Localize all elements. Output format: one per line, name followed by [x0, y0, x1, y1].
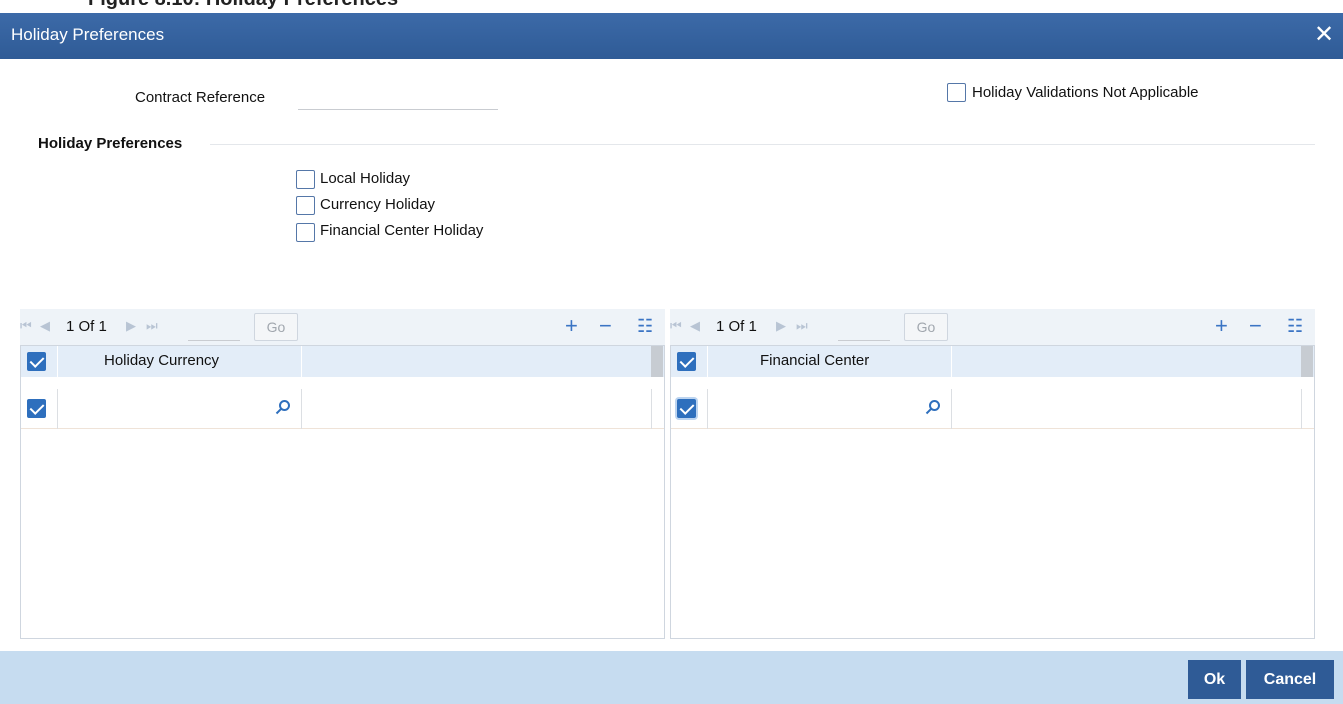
go-button[interactable]: Go — [904, 313, 948, 341]
column-divider — [57, 346, 58, 377]
row-divider — [951, 389, 952, 429]
grid-body: Financial Center — [670, 345, 1315, 639]
prev-page-icon[interactable]: ◀ — [690, 318, 700, 334]
row-divider — [651, 389, 652, 429]
column-header-holiday-currency: Holiday Currency — [104, 352, 220, 369]
financial-center-holiday-checkbox[interactable] — [296, 223, 315, 242]
remove-row-icon[interactable]: − — [599, 313, 612, 339]
figure-caption: Figure 8.10: Holiday Preferences — [0, 0, 1343, 14]
close-icon[interactable]: ✕ — [1311, 21, 1337, 49]
table-row — [671, 389, 1314, 429]
contract-reference-label: Contract Reference — [135, 89, 266, 106]
holiday-validations-label: Holiday Validations Not Applicable — [972, 84, 1199, 101]
currency-holiday-checkbox[interactable] — [296, 196, 315, 215]
first-page-icon[interactable]: ⏮ — [670, 318, 682, 334]
local-holiday-label: Local Holiday — [320, 170, 411, 187]
select-all-checkbox[interactable] — [27, 352, 46, 371]
holiday-preferences-section-title: Holiday Preferences — [38, 135, 183, 152]
add-row-icon[interactable]: + — [1215, 313, 1228, 339]
grid-header-row: Holiday Currency — [21, 346, 664, 377]
row-checkbox[interactable] — [27, 399, 46, 418]
dialog-titlebar: Holiday Preferences ✕ — [0, 13, 1343, 59]
holiday-currency-grid: ⏮ ◀ 1 Of 1 ▶ ⏭ Go + − ☷ Holiday Currency — [20, 309, 665, 639]
search-icon[interactable] — [275, 399, 291, 415]
financial-center-grid: ⏮ ◀ 1 Of 1 ▶ ⏭ Go + − ☷ Financial Center — [670, 309, 1315, 639]
page-indicator: 1 Of 1 — [716, 318, 757, 335]
holiday-preferences-dialog: Figure 8.10: Holiday Preferences Holiday… — [0, 0, 1343, 704]
row-divider — [301, 389, 302, 429]
column-divider — [301, 346, 302, 377]
ok-button[interactable]: Ok — [1188, 660, 1241, 699]
columns-icon[interactable]: ☷ — [637, 313, 653, 339]
row-divider — [1301, 389, 1302, 429]
holiday-validations-checkbox[interactable] — [947, 83, 966, 102]
column-divider — [951, 346, 952, 377]
row-divider — [707, 389, 708, 429]
next-page-icon[interactable]: ▶ — [126, 318, 136, 334]
last-page-icon[interactable]: ⏭ — [146, 318, 158, 334]
go-button[interactable]: Go — [254, 313, 298, 341]
page-indicator: 1 Of 1 — [66, 318, 107, 335]
first-page-icon[interactable]: ⏮ — [20, 318, 32, 334]
cancel-button[interactable]: Cancel — [1246, 660, 1334, 699]
figure-caption-text: Figure 8.10: Holiday Preferences — [88, 0, 398, 11]
grid-scrollbar[interactable] — [651, 346, 663, 377]
grid-scrollbar[interactable] — [1301, 346, 1313, 377]
column-header-financial-center: Financial Center — [760, 352, 870, 369]
last-page-icon[interactable]: ⏭ — [796, 318, 808, 334]
next-page-icon[interactable]: ▶ — [776, 318, 786, 334]
currency-holiday-label: Currency Holiday — [320, 196, 436, 213]
grid-toolbar: ⏮ ◀ 1 Of 1 ▶ ⏭ Go + − ☷ — [670, 309, 1315, 345]
columns-icon[interactable]: ☷ — [1287, 313, 1303, 339]
prev-page-icon[interactable]: ◀ — [40, 318, 50, 334]
add-row-icon[interactable]: + — [565, 313, 578, 339]
table-row — [21, 389, 664, 429]
financial-center-holiday-label: Financial Center Holiday — [320, 222, 484, 239]
grid-header-row: Financial Center — [671, 346, 1314, 377]
section-divider — [210, 144, 1315, 145]
grid-body: Holiday Currency — [20, 345, 665, 639]
page-number-input[interactable] — [188, 315, 240, 341]
row-checkbox[interactable] — [677, 399, 696, 418]
dialog-title: Holiday Preferences — [11, 25, 165, 44]
column-divider — [707, 346, 708, 377]
row-divider — [57, 389, 58, 429]
local-holiday-checkbox[interactable] — [296, 170, 315, 189]
remove-row-icon[interactable]: − — [1249, 313, 1262, 339]
dialog-footer: Ok Cancel — [0, 651, 1343, 704]
search-icon[interactable] — [925, 399, 941, 415]
select-all-checkbox[interactable] — [677, 352, 696, 371]
contract-reference-input[interactable] — [298, 83, 498, 110]
page-number-input[interactable] — [838, 315, 890, 341]
grid-toolbar: ⏮ ◀ 1 Of 1 ▶ ⏭ Go + − ☷ — [20, 309, 665, 345]
